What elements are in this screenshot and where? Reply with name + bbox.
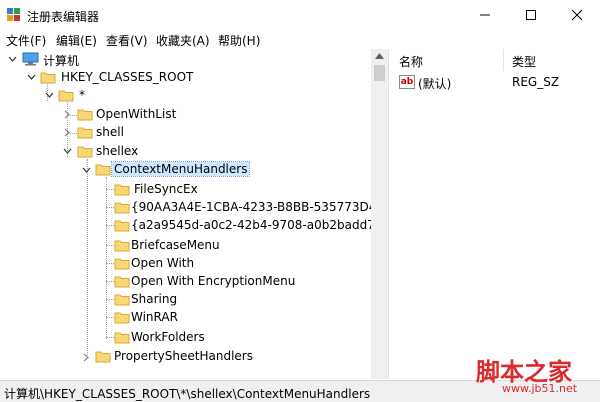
menu-view[interactable]: 查看(V) (106, 32, 148, 49)
folder-icon (114, 276, 130, 288)
tree-item-contextmenuhandlers[interactable]: ContextMenuHandlers (110, 161, 251, 177)
maximize-button[interactable] (508, 0, 554, 30)
expand-shellex[interactable] (61, 145, 73, 157)
folder-icon (77, 146, 93, 158)
tree-line (106, 245, 114, 247)
menu-help[interactable]: 帮助(H) (218, 32, 260, 49)
key-tree-pane[interactable]: 计算机 HKEY_CLASSES_ROOT * OpenWithList she… (0, 49, 371, 379)
tree-item-workfolders[interactable]: WorkFolders (131, 330, 205, 344)
watermark-url: www.jb51.net (502, 382, 578, 395)
expand-root[interactable] (6, 53, 18, 65)
expand-propertysheethandlers[interactable] (80, 351, 92, 363)
tree-item-sharing[interactable]: Sharing (131, 292, 177, 306)
folder-icon (77, 127, 93, 139)
computer-icon (22, 52, 39, 66)
title-bar: 注册表编辑器 (0, 0, 600, 30)
tree-line (106, 177, 108, 339)
registry-app-icon (7, 8, 20, 21)
folder-icon (114, 332, 130, 344)
site-watermark: 脚本之家 www.jb51.net (472, 352, 598, 400)
folder-icon (114, 240, 130, 252)
chevron-right-icon (64, 110, 70, 118)
folder-icon (114, 258, 130, 270)
minimize-button[interactable] (462, 0, 508, 30)
folder-icon (114, 312, 130, 324)
scroll-up-icon[interactable] (375, 53, 384, 59)
string-value-icon: ab (399, 75, 415, 89)
status-path: 计算机\HKEY_CLASSES_ROOT\*\shellex\ContextM… (4, 387, 371, 401)
column-header-type[interactable]: 类型 (512, 53, 536, 70)
tree-item-hkcr[interactable]: HKEY_CLASSES_ROOT (61, 70, 193, 84)
folder-icon (114, 220, 130, 232)
folder-icon (58, 90, 74, 102)
scrollbar-thumb[interactable] (374, 65, 385, 81)
folder-open-icon (95, 164, 111, 176)
folder-icon (114, 184, 130, 196)
expand-contextmenuhandlers[interactable] (80, 164, 92, 176)
tree-line (106, 281, 114, 283)
folder-icon (114, 294, 130, 306)
tree-line (106, 207, 114, 209)
tree-item-shellex[interactable]: shellex (96, 144, 138, 158)
tree-item-guid-90aa[interactable]: {90AA3A4E-1CBA-4233-B8BB-535773D48449 (131, 200, 371, 214)
folder-icon (40, 72, 56, 84)
tree-line (106, 225, 114, 227)
tree-line (106, 337, 114, 339)
tree-item-winrar[interactable]: WinRAR (131, 310, 178, 324)
maximize-icon (526, 10, 536, 20)
minimize-icon (480, 14, 490, 16)
column-header-name[interactable]: 名称 (399, 53, 423, 70)
tree-line (106, 317, 114, 319)
folder-icon (77, 109, 93, 121)
value-row-default[interactable]: ab (默认) REG_SZ (392, 74, 600, 92)
folder-icon (95, 351, 111, 363)
chevron-down-icon (27, 74, 35, 80)
menu-bar: 文件(F) 编辑(E) 查看(V) 收藏夹(A) 帮助(H) (0, 30, 600, 48)
chevron-down-icon (8, 56, 16, 62)
tree-item-openwith[interactable]: Open With (131, 256, 194, 270)
expand-openwithlist[interactable] (61, 108, 73, 120)
tree-item-briefcasemenu[interactable]: BriefcaseMenu (131, 238, 220, 252)
expand-star[interactable] (43, 89, 55, 101)
column-separator[interactable] (503, 49, 504, 71)
tree-item-computer[interactable]: 计算机 (43, 52, 79, 69)
tree-line (106, 263, 114, 265)
tree-line (106, 299, 114, 301)
value-type: REG_SZ (512, 75, 560, 89)
chevron-down-icon (45, 92, 53, 98)
window-title: 注册表编辑器 (27, 10, 100, 24)
close-button[interactable] (554, 0, 600, 30)
expand-shell[interactable] (61, 126, 73, 138)
values-list-pane[interactable]: 名称 类型 ab (默认) REG_SZ (392, 49, 600, 379)
chevron-down-icon (82, 167, 90, 173)
tree-item-openwithlist[interactable]: OpenWithList (96, 107, 176, 121)
tree-line (87, 159, 89, 355)
menu-favorites[interactable]: 收藏夹(A) (156, 32, 210, 49)
close-icon (571, 9, 583, 21)
menu-edit[interactable]: 编辑(E) (56, 32, 97, 49)
folder-icon (114, 202, 130, 214)
tree-line (106, 189, 114, 191)
chevron-right-icon (83, 353, 89, 361)
menu-file[interactable]: 文件(F) (6, 32, 46, 49)
tree-item-shell[interactable]: shell (96, 125, 124, 139)
tree-vertical-scrollbar[interactable] (371, 49, 388, 379)
tree-item-guid-a2a9[interactable]: {a2a9545d-a0c2-42b4-9708-a0b2badd77c8} (131, 218, 371, 232)
tree-item-filesyncex[interactable]: FileSyncEx (134, 182, 198, 196)
registry-editor-window: 注册表编辑器 文件(F) 编辑(E) 查看(V) 收藏夹(A) 帮助(H) 计算… (0, 0, 600, 402)
chevron-down-icon (63, 148, 71, 154)
expand-hkcr[interactable] (25, 71, 37, 83)
tree-item-star[interactable]: * (79, 88, 85, 102)
chevron-right-icon (64, 128, 70, 136)
tree-item-openwith-encryptionmenu[interactable]: Open With EncryptionMenu (131, 274, 295, 288)
value-name: (默认) (418, 77, 452, 91)
tree-item-propertysheethandlers[interactable]: PropertySheetHandlers (114, 349, 253, 363)
